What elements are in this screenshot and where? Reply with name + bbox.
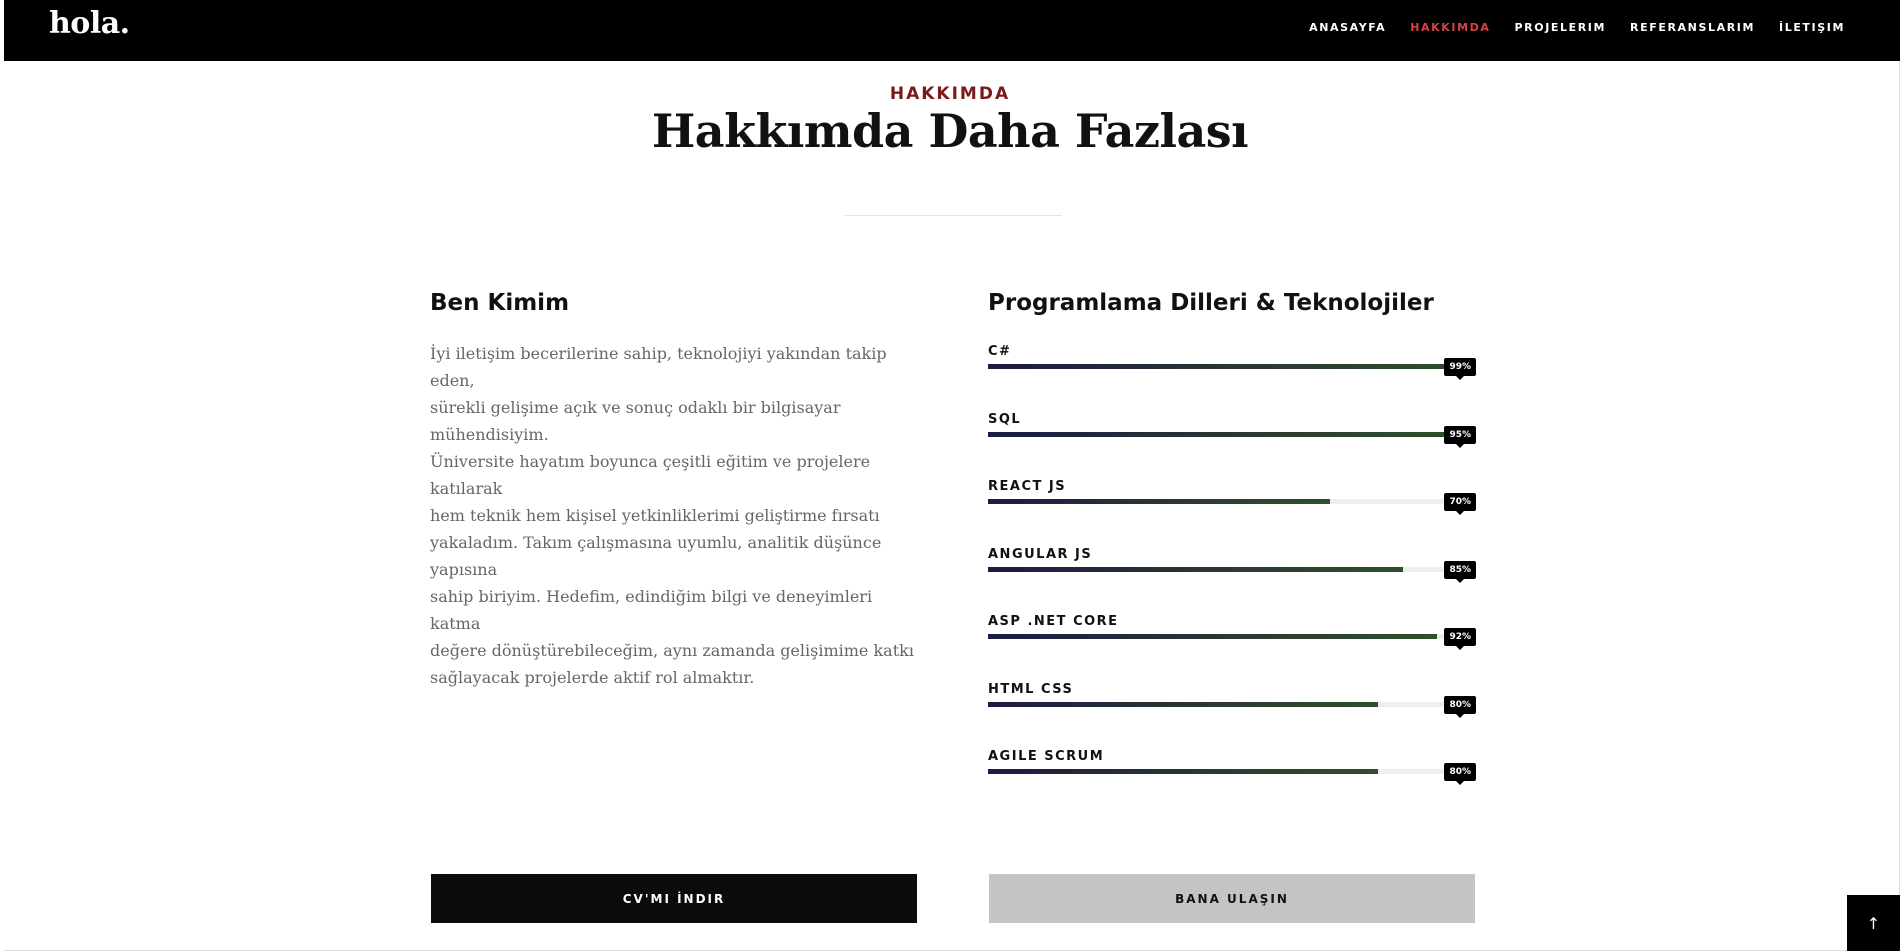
skill-item: SQL 95%	[988, 406, 1476, 474]
navbar: hola. ANASAYFA HAKKIMDA PROJELERIM REFER…	[4, 0, 1900, 61]
skill-item: C# 99%	[988, 338, 1476, 406]
skill-percent-badge: 70%	[1444, 493, 1476, 515]
skill-progress-fill	[988, 499, 1330, 504]
download-cv-button[interactable]: CV'MI İNDIR	[431, 874, 917, 923]
skill-percent-badge: 80%	[1444, 695, 1476, 718]
contact-me-button[interactable]: BANA ULAŞIN	[989, 874, 1475, 923]
skill-item: ASP .NET CORE 92%	[988, 608, 1476, 676]
skills-column: Programlama Dilleri & Teknolojiler C# 99…	[988, 290, 1476, 811]
skill-item: REACT JS 70%	[988, 473, 1476, 541]
section-eyebrow: HAKKIMDA	[889, 84, 1011, 104]
skill-progress-track: 85%	[988, 560, 1476, 583]
bio-line: değere dönüştürebileceğim, aynı zamanda …	[430, 641, 914, 660]
skill-name: ANGULAR JS	[988, 546, 1093, 562]
main-nav: ANASAYFA HAKKIMDA PROJELERIM REFERANSLAR…	[1309, 21, 1845, 34]
bio-line: Üniversite hayatım boyunca çeşitli eğiti…	[430, 452, 871, 498]
nav-item-hakkimda[interactable]: HAKKIMDA	[1410, 21, 1490, 34]
bio-line: hem teknik hem kişisel yetkinliklerimi g…	[430, 506, 880, 525]
skills-list: C# 99% SQL 95% REACT JS 70% ANGULAR JS 8…	[988, 338, 1476, 811]
bio-line: sağlayacak projelerde aktif rol almaktır…	[430, 668, 755, 687]
nav-item-referanslarim[interactable]: REFERANSLARIM	[1630, 21, 1755, 34]
skill-percent-badge: 85%	[1444, 560, 1476, 583]
skill-percent-badge: 92%	[1444, 628, 1476, 650]
about-bio: İyi iletişim becerilerine sahip, teknolo…	[430, 340, 920, 691]
skill-progress-track: 70%	[988, 493, 1476, 515]
skill-percent-badge: 95%	[1444, 425, 1476, 448]
skill-name: C#	[988, 344, 1012, 359]
site-logo[interactable]: hola.	[49, 6, 130, 41]
skill-item: AGILE SCRUM 80%	[988, 743, 1476, 811]
skill-progress-track: 99%	[988, 358, 1476, 380]
nav-item-iletisim[interactable]: İLETIŞIM	[1779, 21, 1845, 34]
arrow-up-icon: ↑	[1866, 913, 1881, 933]
bio-line: sürekli gelişime açık ve sonuç odaklı bi…	[430, 398, 841, 444]
skill-progress-track: 80%	[988, 763, 1476, 785]
skill-name: ASP .NET CORE	[988, 614, 1119, 629]
skill-name: AGILE SCRUM	[988, 749, 1105, 764]
skill-progress-fill	[988, 566, 1403, 572]
skills-heading: Programlama Dilleri & Teknolojiler	[988, 290, 1434, 316]
skill-progress-track: 95%	[988, 425, 1476, 448]
skill-item: HTML CSS 80%	[988, 676, 1476, 744]
nav-item-anasayfa[interactable]: ANASAYFA	[1309, 21, 1386, 34]
skill-percent-badge: 99%	[1444, 358, 1476, 380]
skill-progress-fill	[988, 431, 1452, 437]
skill-progress-fill	[988, 634, 1437, 639]
bio-line: İyi iletişim becerilerine sahip, teknolo…	[430, 344, 887, 390]
bio-line: sahip biriyim. Hedefim, edindiğim bilgi …	[430, 587, 873, 633]
skill-progress-fill	[988, 701, 1379, 707]
skill-percent-badge: 80%	[1444, 763, 1476, 785]
section-title: Hakkımda Daha Fazlası	[651, 104, 1249, 158]
skill-progress-track: 92%	[988, 628, 1476, 650]
nav-item-projelerim[interactable]: PROJELERIM	[1515, 21, 1607, 34]
skill-name: REACT JS	[988, 479, 1067, 494]
back-to-top-button[interactable]: ↑	[1847, 895, 1900, 951]
skill-progress-fill	[988, 769, 1379, 774]
about-column: Ben Kimim İyi iletişim becerilerine sahi…	[430, 290, 920, 691]
skill-progress-track: 80%	[988, 695, 1476, 718]
skill-progress-fill	[988, 364, 1472, 369]
skill-item: ANGULAR JS 85%	[988, 541, 1476, 609]
about-heading: Ben Kimim	[430, 290, 570, 316]
skill-name: SQL	[988, 411, 1022, 427]
skill-name: HTML CSS	[988, 681, 1074, 697]
bio-line: yakaladım. Takım çalışmasına uyumlu, ana…	[430, 533, 882, 579]
title-divider	[844, 215, 1062, 216]
